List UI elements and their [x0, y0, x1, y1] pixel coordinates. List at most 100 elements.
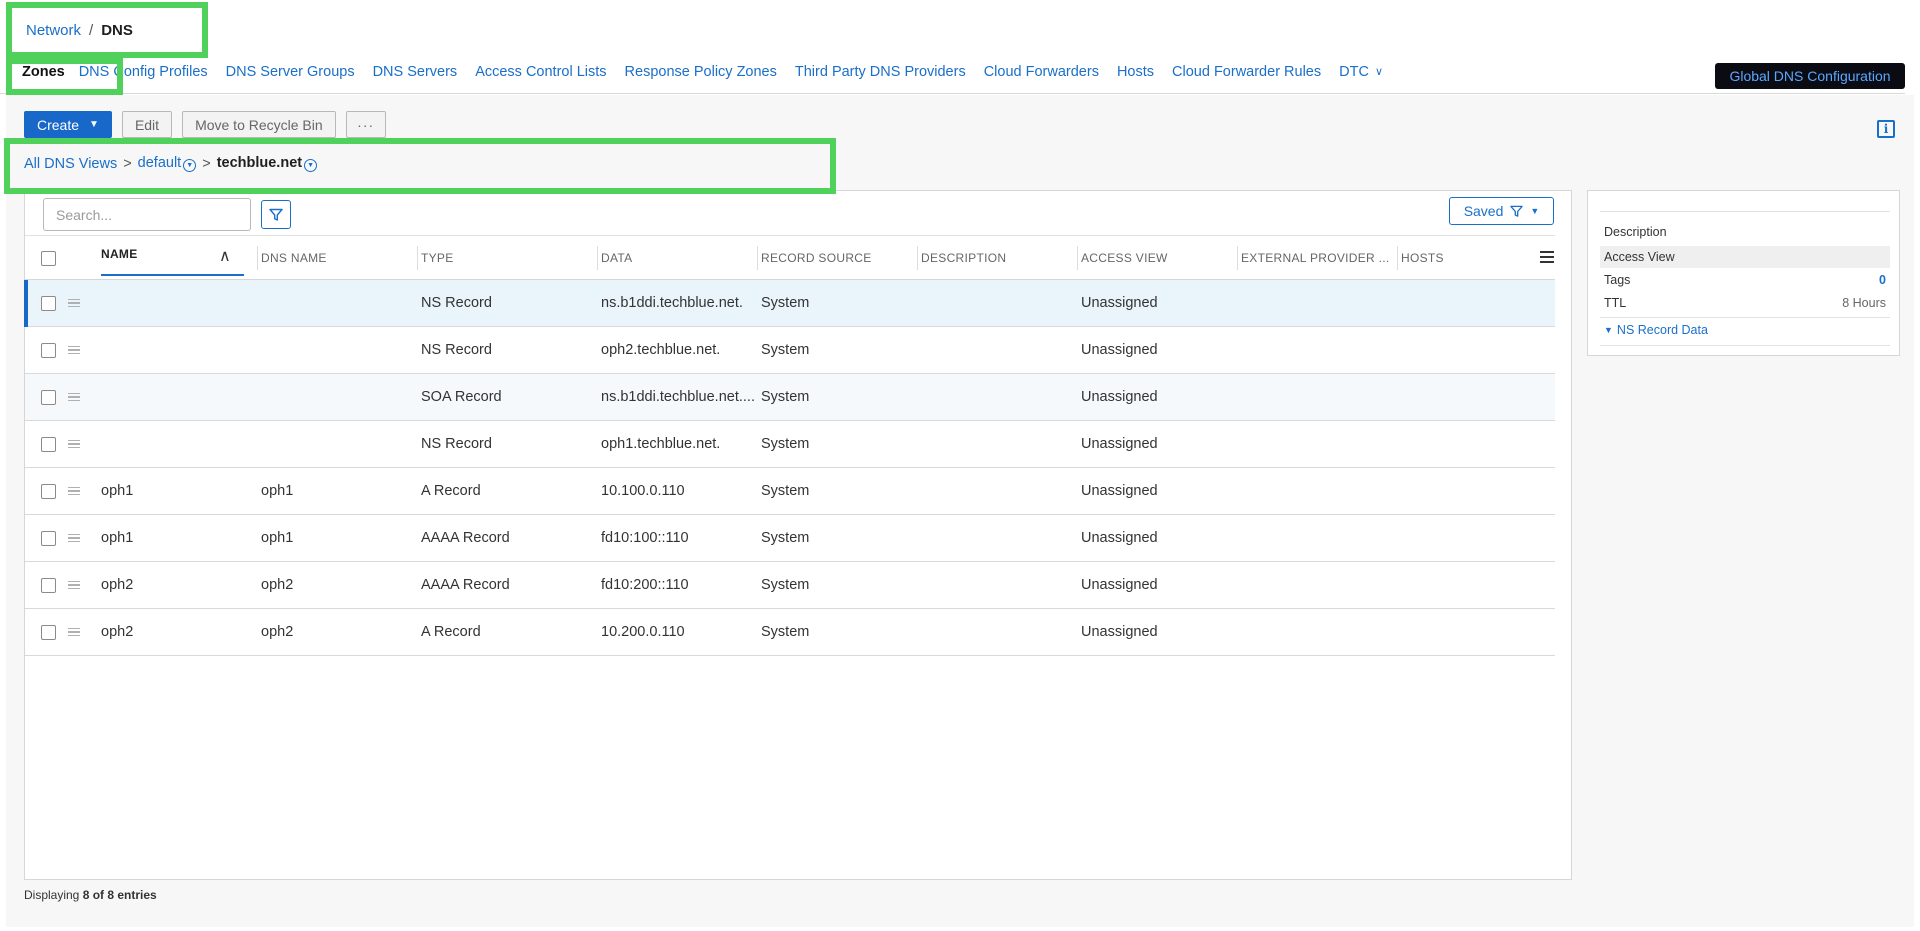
- more-actions-button[interactable]: ···: [345, 111, 386, 138]
- column-header-record-source[interactable]: RECORD SOURCE: [757, 236, 872, 280]
- sort-ascending-icon[interactable]: ∧: [219, 246, 231, 266]
- cell-record-source: System: [761, 389, 810, 405]
- row-checkbox-cell: [41, 421, 56, 467]
- move-to-recycle-bin-button[interactable]: Move to Recycle Bin: [182, 111, 336, 138]
- column-header-hosts[interactable]: HOSTS: [1397, 236, 1444, 280]
- filter-button[interactable]: [261, 200, 291, 229]
- cell-dns-name: oph2: [261, 624, 294, 640]
- zone-current-label: techblue.net: [216, 155, 303, 171]
- detail-tags-value[interactable]: 0: [1879, 273, 1886, 287]
- column-header-description[interactable]: DESCRIPTION: [916, 236, 1006, 280]
- column-header-name[interactable]: NAME: [101, 232, 138, 276]
- drag-handle-icon[interactable]: [68, 580, 80, 590]
- tab-third-party-dns-providers[interactable]: Third Party DNS Providers: [795, 64, 966, 80]
- detail-access-view-label: Access View: [1604, 250, 1675, 264]
- row-drag-cell: [68, 280, 80, 326]
- tab-access-control-lists[interactable]: Access Control Lists: [475, 64, 606, 80]
- drag-handle-icon[interactable]: [68, 486, 80, 496]
- tab-zones[interactable]: Zones: [22, 64, 65, 80]
- cell-type: A Record: [421, 483, 481, 499]
- row-checkbox[interactable]: [41, 342, 56, 358]
- table-row[interactable]: SOA Record ns.b1ddi.techblue.net.... Sys…: [25, 374, 1555, 421]
- cell-name: oph1: [101, 483, 134, 499]
- tab-cloud-forwarder-rules[interactable]: Cloud Forwarder Rules: [1172, 64, 1321, 80]
- caret-down-icon: ▼: [1604, 325, 1613, 335]
- saved-filters-button[interactable]: Saved ▼: [1449, 197, 1554, 225]
- circle-chevron-down-icon[interactable]: ▼: [183, 159, 197, 172]
- table-row[interactable]: NS Record oph1.techblue.net. System Unas…: [25, 421, 1555, 468]
- row-checkbox[interactable]: [41, 624, 56, 640]
- detail-tags: Tags 0: [1600, 269, 1890, 291]
- edit-button[interactable]: Edit: [121, 111, 173, 138]
- breadcrumb-network-link[interactable]: Network: [26, 22, 81, 39]
- tab-dtc[interactable]: DTC ∨: [1339, 64, 1383, 80]
- cell-record-source: System: [761, 483, 810, 499]
- detail-description-label: Description: [1604, 225, 1667, 239]
- cell-dns-name: oph2: [261, 577, 294, 593]
- cell-data: ns.b1ddi.techblue.net.: [601, 295, 743, 311]
- drag-handle-icon[interactable]: [68, 392, 80, 402]
- row-checkbox[interactable]: [41, 436, 56, 452]
- breadcrumb: Network / DNS: [26, 22, 133, 39]
- ns-record-data-toggle[interactable]: ▼ NS Record Data: [1604, 323, 1708, 337]
- view-default-label: default: [137, 155, 182, 171]
- column-header-dns-name[interactable]: DNS NAME: [257, 236, 327, 280]
- create-button-label: Create: [37, 116, 80, 133]
- circle-chevron-down-icon[interactable]: ▼: [304, 159, 318, 172]
- cell-access-view: Unassigned: [1081, 389, 1158, 405]
- search-input[interactable]: [43, 198, 251, 231]
- select-all-cell: [41, 236, 56, 280]
- table-row[interactable]: oph1 oph1 A Record 10.100.0.110 System U…: [25, 468, 1555, 515]
- cell-access-view: Unassigned: [1081, 624, 1158, 640]
- select-all-checkbox[interactable]: [41, 250, 56, 266]
- row-drag-cell: [68, 609, 80, 655]
- tab-dns-config-profiles[interactable]: DNS Config Profiles: [79, 64, 208, 80]
- tab-dns-servers[interactable]: DNS Servers: [373, 64, 458, 80]
- row-checkbox[interactable]: [41, 577, 56, 593]
- info-icon[interactable]: i: [1877, 120, 1895, 138]
- drag-handle-icon[interactable]: [68, 533, 80, 543]
- filter-icon: [1510, 205, 1524, 217]
- global-dns-configuration-button[interactable]: Global DNS Configuration: [1715, 63, 1905, 89]
- table-row[interactable]: NS Record ns.b1ddi.techblue.net. System …: [24, 280, 1555, 327]
- table-row[interactable]: NS Record oph2.techblue.net. System Unas…: [25, 327, 1555, 374]
- row-checkbox[interactable]: [41, 389, 56, 405]
- tab-dns-server-groups[interactable]: DNS Server Groups: [226, 64, 355, 80]
- all-dns-views-link[interactable]: All DNS Views: [24, 156, 117, 172]
- tab-response-policy-zones[interactable]: Response Policy Zones: [625, 64, 777, 80]
- column-header-data[interactable]: DATA: [596, 236, 632, 280]
- table-row[interactable]: oph2 oph2 A Record 10.200.0.110 System U…: [25, 609, 1555, 656]
- drag-handle-icon[interactable]: [68, 627, 80, 637]
- cell-dns-name: oph1: [261, 530, 294, 546]
- row-checkbox[interactable]: [41, 295, 56, 311]
- table-row[interactable]: oph1 oph1 AAAA Record fd10:100::110 Syst…: [25, 515, 1555, 562]
- cell-record-source: System: [761, 577, 810, 593]
- column-header-external-provider[interactable]: EXTERNAL PROVIDER ...: [1237, 236, 1390, 280]
- row-checkbox[interactable]: [41, 483, 56, 499]
- entries-count-value: 8 of 8 entries: [82, 888, 157, 902]
- cell-data: 10.100.0.110: [601, 483, 685, 499]
- view-default-link[interactable]: default ▼: [138, 155, 197, 172]
- drag-handle-icon[interactable]: [68, 298, 80, 308]
- cell-access-view: Unassigned: [1081, 483, 1158, 499]
- tab-hosts[interactable]: Hosts: [1117, 64, 1154, 80]
- column-header-type[interactable]: TYPE: [417, 236, 454, 280]
- detail-ttl-value: 8 Hours: [1842, 296, 1886, 310]
- drag-handle-icon[interactable]: [68, 439, 80, 449]
- cell-name: oph2: [101, 624, 134, 640]
- detail-access-view: Access View: [1600, 246, 1890, 268]
- cell-type: NS Record: [421, 342, 492, 358]
- drag-handle-icon[interactable]: [68, 345, 80, 355]
- row-drag-cell: [68, 421, 80, 467]
- cell-record-source: System: [761, 624, 810, 640]
- column-header-access-view[interactable]: ACCESS VIEW: [1077, 236, 1168, 280]
- tab-cloud-forwarders[interactable]: Cloud Forwarders: [984, 64, 1099, 80]
- breadcrumb-separator: /: [89, 22, 94, 39]
- column-menu-icon[interactable]: [1540, 251, 1554, 266]
- row-checkbox-cell: [41, 280, 56, 326]
- table-row[interactable]: oph2 oph2 AAAA Record fd10:200::110 Syst…: [25, 562, 1555, 609]
- detail-tags-label: Tags: [1604, 273, 1631, 287]
- row-checkbox[interactable]: [41, 530, 56, 546]
- ns-record-data-label: NS Record Data: [1616, 323, 1708, 337]
- create-button[interactable]: Create ▼: [24, 111, 112, 138]
